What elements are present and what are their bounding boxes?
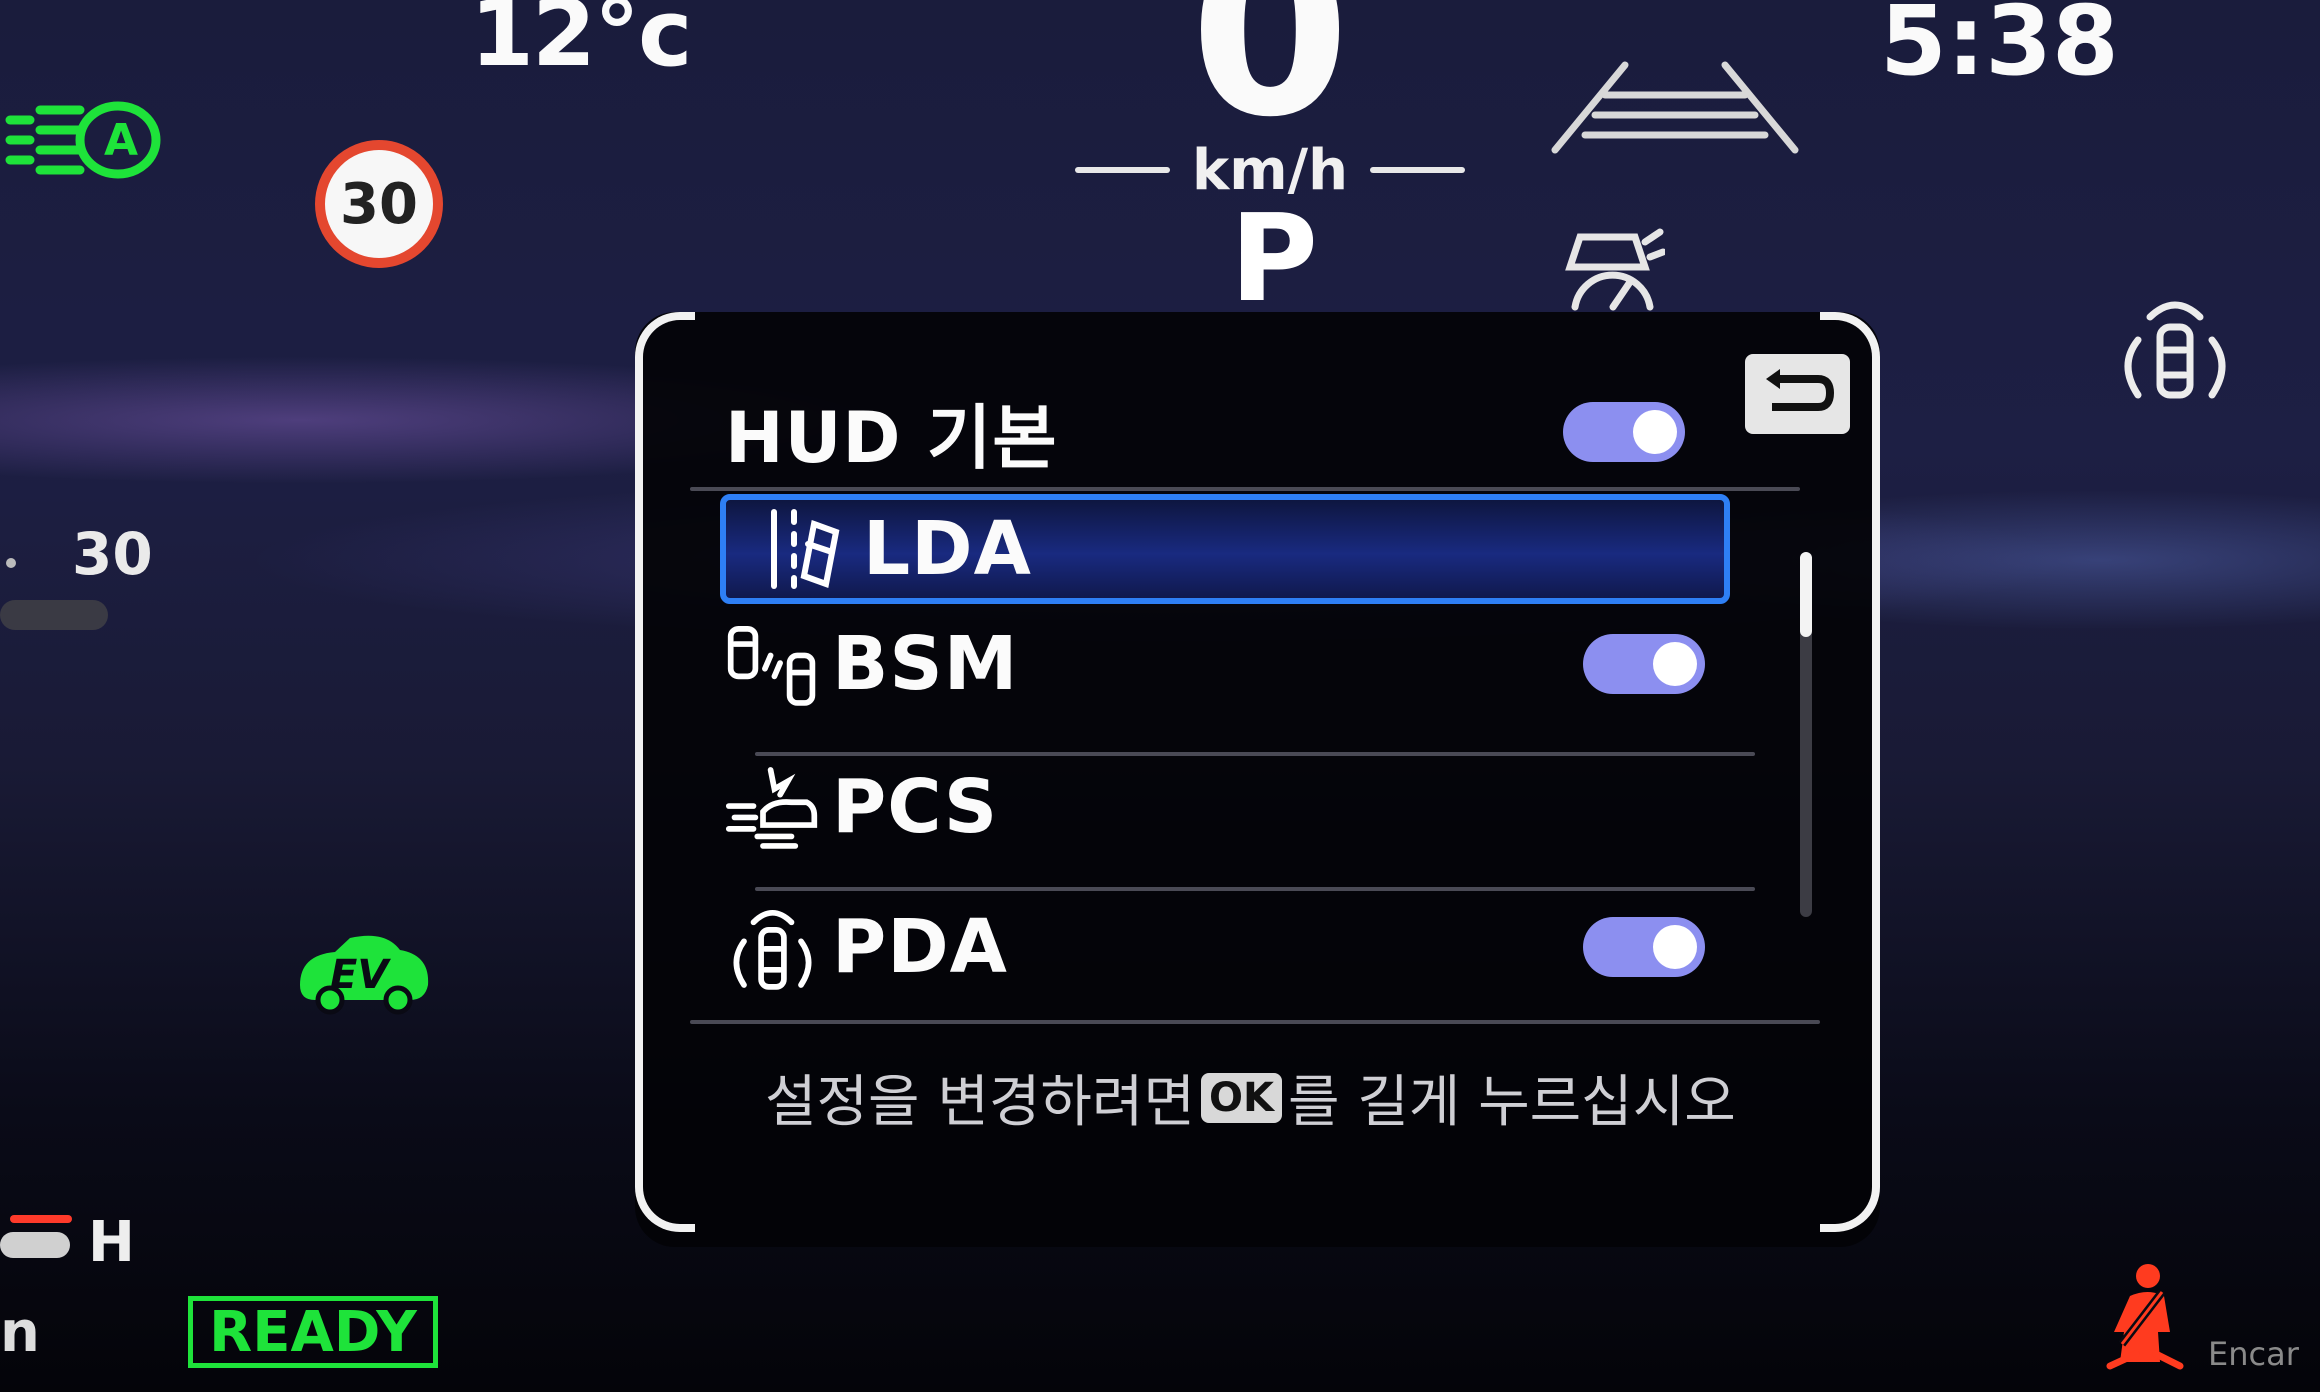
unit-right-dash [1369,167,1465,173]
speed-scale-mark: 30 [72,520,153,588]
clock: 5:38 [1880,0,2119,97]
pda-car-icon [2110,295,2240,409]
pda-toggle[interactable] [1583,917,1705,977]
menu-scrollbar-thumb[interactable] [1800,552,1812,637]
lane-view-icon [1550,55,1800,159]
menu-item-label: LDA [863,506,1032,592]
proactive-driving-icon [725,900,820,995]
hint-text: 설정을 변경하려면 OK 를 길게 누르십시오 [765,1057,1736,1138]
blind-spot-monitor-icon [725,617,820,712]
menu-scrollbar[interactable] [1800,552,1812,917]
speedometer-value: 0 [1190,0,1351,168]
panel-right-bracket [1820,312,1880,1232]
menu-item-pda[interactable]: PDA [725,887,1745,1007]
menu-item-label: BSM [832,621,1019,707]
menu-item-label: PDA [832,904,1008,990]
menu-item-bsm[interactable]: BSM [725,604,1745,724]
hint-prefix: 설정을 변경하려면 [765,1070,1195,1135]
lane-departure-icon [756,502,851,597]
seatbelt-warning-icon [2100,1262,2190,1376]
back-button[interactable] [1745,354,1850,434]
divider [690,1020,1820,1024]
temp-gauge-bar [0,1232,70,1258]
speed-limit-sign: 30 [315,140,443,268]
temp-gauge-high-label: H [88,1210,135,1275]
ready-indicator: READY [188,1296,438,1368]
bsm-toggle[interactable] [1583,634,1705,694]
back-arrow-icon [1765,368,1834,411]
toggle-knob [1653,925,1697,969]
ev-badge-label: EV [330,952,391,998]
divider [690,487,1800,491]
left-edge-label: n [0,1300,40,1365]
temp-gauge-red-mark [10,1215,72,1223]
toggle-knob [1653,642,1697,686]
menu-item-label: PCS [832,764,999,850]
unit-left-dash [1075,167,1170,173]
hud-settings-panel: HUD 기본 LDA BSM PCS PDA 설정을 변경하려면 OK 를 길게… [635,312,1880,1247]
menu-item-pcs[interactable]: PCS [725,747,1745,867]
auto-headlight-icon: A [0,95,165,189]
hud-basic-toggle[interactable] [1563,402,1685,462]
ok-key-label: OK [1200,1072,1282,1123]
toggle-knob [1633,410,1677,454]
outside-temperature: 12°c [470,0,693,87]
hint-suffix: 를 길게 누르십시오 [1287,1070,1736,1135]
gear-indicator: P [1230,190,1318,329]
radar-car-icon [1555,222,1667,316]
hud-basic-row[interactable]: HUD 기본 [725,372,1745,492]
watermark: Encar [2208,1335,2299,1373]
svg-text:A: A [104,115,138,166]
hud-basic-label: HUD 기본 [725,396,1058,479]
speed-scale-dot [6,558,16,568]
panel-left-bracket [635,312,695,1232]
menu-item-lda[interactable]: LDA [720,494,1730,604]
pre-collision-icon [725,760,820,855]
speed-scale-bar [0,600,108,630]
ev-mode-badge: EV [290,930,435,1019]
